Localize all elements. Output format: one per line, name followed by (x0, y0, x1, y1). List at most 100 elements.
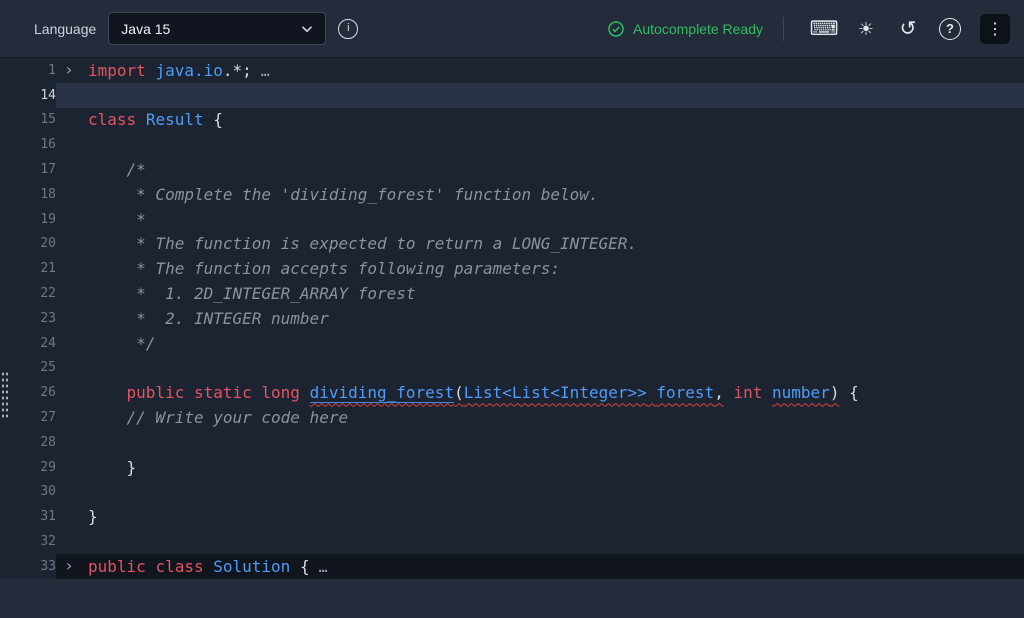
pane-resize-grip[interactable] (1, 371, 9, 419)
collapsed-code-ellipsis[interactable]: … (261, 62, 271, 80)
code-line-25[interactable]: 25 (0, 356, 1024, 381)
code-line-33[interactable]: 33› public class Solution { … (0, 554, 1024, 579)
line-number[interactable]: 31 (0, 504, 56, 529)
line-number[interactable]: 32 (0, 529, 56, 554)
info-icon-glyph: i (347, 23, 349, 34)
code-editor[interactable]: 1›import java.io.*;…1415class Result {16… (0, 58, 1024, 579)
more-options-button[interactable]: ⋮ (980, 14, 1010, 44)
line-number[interactable]: 1 (0, 58, 56, 83)
code-token: number (772, 383, 830, 402)
keyboard-shortcuts-button[interactable]: ⌨ (806, 11, 842, 47)
code-text: /* (82, 160, 146, 179)
code-line-30[interactable]: 30 (0, 480, 1024, 505)
line-body: // Write your code here (56, 405, 1024, 430)
line-number[interactable]: 16 (0, 132, 56, 157)
code-token: Solution (213, 557, 290, 576)
code-token: long (261, 383, 300, 402)
code-line-15[interactable]: 15class Result { (0, 108, 1024, 133)
code-token (762, 383, 772, 402)
line-body: * The function accepts following paramet… (56, 256, 1024, 281)
code-line-23[interactable]: 23 * 2. INTEGER number (0, 306, 1024, 331)
code-line-14[interactable]: 14 (0, 83, 1024, 108)
line-number[interactable]: 21 (0, 256, 56, 281)
code-text: * The function accepts following paramet… (82, 259, 560, 278)
code-token: .*; (223, 61, 252, 80)
code-text: * 2. INTEGER number (82, 309, 329, 328)
code-token: { (204, 110, 223, 129)
code-lines: 1›import java.io.*;…1415class Result {16… (0, 58, 1024, 579)
line-number[interactable]: 24 (0, 331, 56, 356)
line-body: * Complete the 'dividing_forest' functio… (56, 182, 1024, 207)
code-line-27[interactable]: 27 // Write your code here (0, 405, 1024, 430)
code-line-16[interactable]: 16 (0, 132, 1024, 157)
line-number[interactable]: 18 (0, 182, 56, 207)
editor-bottom-area (0, 579, 1024, 618)
code-text: } (82, 507, 98, 526)
language-select[interactable]: Java 15 (108, 12, 326, 45)
code-token: */ (88, 334, 155, 353)
code-text: */ (82, 334, 155, 353)
line-number[interactable]: 19 (0, 207, 56, 232)
line-body (56, 480, 1024, 505)
code-token: class (155, 557, 203, 576)
line-number[interactable]: 23 (0, 306, 56, 331)
code-line-17[interactable]: 17 /* (0, 157, 1024, 182)
line-number[interactable]: 15 (0, 108, 56, 133)
help-icon-glyph: ? (946, 22, 954, 35)
language-select-value: Java 15 (121, 21, 170, 37)
code-line-19[interactable]: 19 * (0, 207, 1024, 232)
fold-chevron-icon[interactable]: › (56, 558, 82, 574)
line-number[interactable]: 20 (0, 232, 56, 257)
line-number[interactable]: 14 (0, 83, 56, 108)
kebab-menu-icon: ⋮ (987, 19, 1003, 39)
code-token: ) (830, 383, 840, 402)
code-line-21[interactable]: 21 * The function accepts following para… (0, 256, 1024, 281)
line-body: class Result { (56, 108, 1024, 133)
code-line-18[interactable]: 18 * Complete the 'dividing_forest' func… (0, 182, 1024, 207)
line-number[interactable]: 29 (0, 455, 56, 480)
line-number[interactable]: 28 (0, 430, 56, 455)
code-line-26[interactable]: 26 public static long dividing_forest(Li… (0, 380, 1024, 405)
code-text: public static long dividing_forest(List<… (82, 383, 859, 402)
collapsed-code-ellipsis[interactable]: … (319, 558, 329, 576)
line-body (56, 356, 1024, 381)
autocomplete-status: Autocomplete Ready (607, 20, 763, 38)
line-body: } (56, 455, 1024, 480)
keyboard-icon: ⌨ (810, 19, 839, 39)
line-number[interactable]: 17 (0, 157, 56, 182)
language-label: Language (34, 21, 96, 37)
code-line-24[interactable]: 24 */ (0, 331, 1024, 356)
code-token (146, 61, 156, 80)
line-body (56, 83, 1024, 108)
history-icon: ↺ (900, 19, 917, 39)
code-token: class (88, 110, 136, 129)
restore-code-button[interactable]: ↺ (890, 11, 926, 47)
code-token: public (88, 557, 146, 576)
code-line-32[interactable]: 32 (0, 529, 1024, 554)
code-line-31[interactable]: 31} (0, 504, 1024, 529)
help-button[interactable]: ? (932, 11, 968, 47)
fold-chevron-icon[interactable]: › (56, 62, 82, 78)
code-token: { (290, 557, 309, 576)
theme-brightness-button[interactable]: ☀ (848, 11, 884, 47)
code-line-1[interactable]: 1›import java.io.*;… (0, 58, 1024, 83)
code-line-20[interactable]: 20 * The function is expected to return … (0, 232, 1024, 257)
code-text: * The function is expected to return a L… (82, 234, 637, 253)
code-token: dividing_forest (310, 383, 455, 403)
code-line-28[interactable]: 28 (0, 430, 1024, 455)
autocomplete-status-label: Autocomplete Ready (633, 21, 763, 37)
line-body: /* (56, 157, 1024, 182)
line-number[interactable]: 22 (0, 281, 56, 306)
code-token: Result (146, 110, 204, 129)
line-number[interactable]: 33 (0, 554, 56, 579)
code-text: import java.io.*;… (82, 61, 271, 80)
code-line-22[interactable]: 22 * 1. 2D_INTEGER_ARRAY forest (0, 281, 1024, 306)
code-token: * 2. INTEGER number (88, 309, 329, 328)
code-line-29[interactable]: 29 } (0, 455, 1024, 480)
line-number[interactable]: 30 (0, 480, 56, 505)
code-text: // Write your code here (82, 408, 348, 427)
info-button[interactable]: i (338, 11, 358, 47)
code-token: ( (454, 383, 464, 402)
code-token: } (88, 507, 98, 526)
code-token: , (714, 383, 724, 402)
